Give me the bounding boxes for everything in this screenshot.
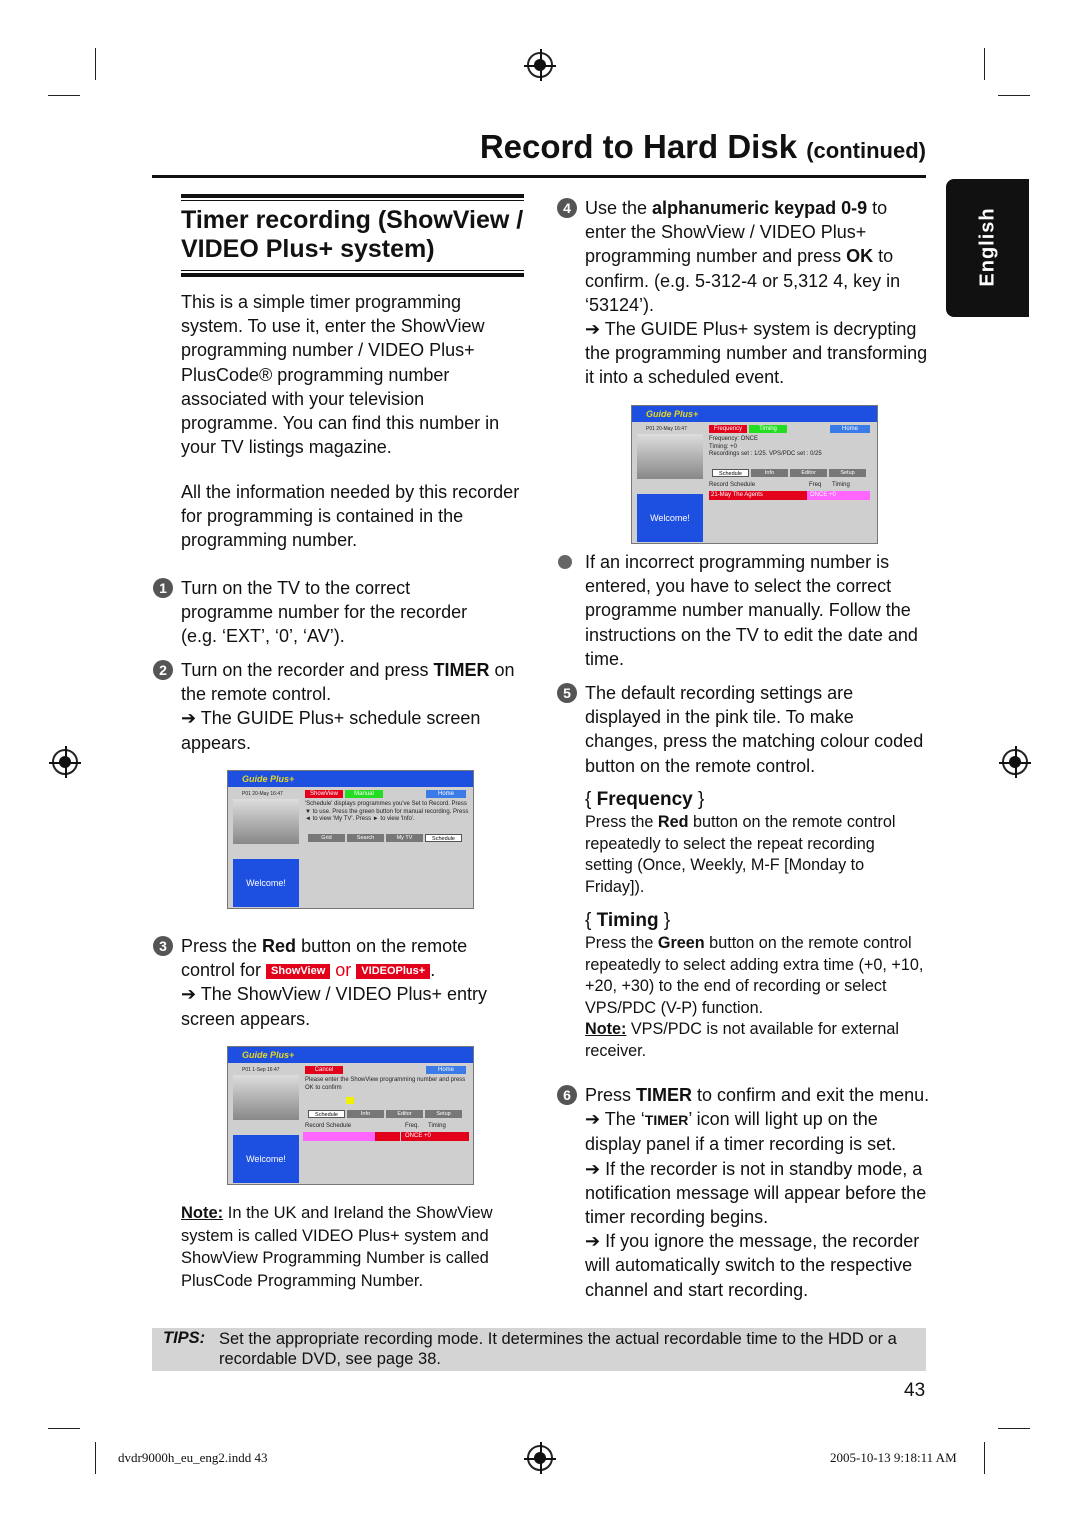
crop-mark [998,1428,1030,1429]
intro-paragraph: This is a simple timer programming syste… [181,292,500,458]
frequency-section: { Frequency } Press the Red button on the… [585,789,896,896]
manual-page: Record to Hard Disk (continued) English … [0,0,1080,1524]
title-rule [152,175,926,178]
step-2: 2 Turn on the recorder and press TIMER on… [153,658,526,755]
language-tab: English [946,179,1029,317]
registration-mark-icon [524,49,556,81]
registration-mark-icon [524,1442,556,1474]
bridge-photo [233,799,299,844]
uk-note: Note: In the UK and Ireland the ShowView… [181,1204,493,1290]
bridge-photo [233,1075,299,1120]
crop-mark [984,48,985,80]
timing-section: { Timing } Press the Green button on the … [585,910,924,1060]
intro-paragraph: All the information needed by this recor… [181,482,520,551]
crop-mark [95,48,96,80]
crop-mark [984,1442,985,1474]
showview-entry-screenshot: Guide Plus+ P01 1-Sep 16:47 Welcome! Can… [227,1046,474,1185]
crop-mark [95,1442,96,1474]
videoplus-button-label: VIDEOPlus+ [356,964,431,980]
footer-timestamp: 2005-10-13 9:18:11 AM [830,1450,957,1465]
guide-schedule-screenshot: Guide Plus+ P01 20-May 16:47 Welcome! Sh… [227,770,474,909]
scheduled-event-screenshot: Guide Plus+ P01 20-May 16:47 Welcome! Fr… [631,405,878,544]
bullet-note: If an incorrect programming number is en… [558,550,930,671]
tips-box: TIPS: Set the appropriate recording mode… [152,1328,926,1371]
registration-mark-icon [49,746,81,778]
section-rule [181,200,524,201]
showview-button-label: ShowView [266,964,331,980]
page-title: Record to Hard Disk (continued) [479,128,926,165]
footer-file: dvdr9000h_eu_eng2.indd 43 [118,1450,268,1465]
step-4: 4 Use the alphanumeric keypad 0-9 to ente… [557,196,930,390]
section-rule [181,270,524,271]
bridge-photo [637,434,703,479]
bullet-icon [558,555,572,569]
section-rule [181,273,524,277]
crop-mark [998,95,1030,96]
registration-mark-icon [999,746,1031,778]
step-6: 6 Press TIMER to confirm and exit the men… [557,1083,930,1302]
step-5: 5 The default recording settings are disp… [557,681,930,778]
crop-mark [48,1428,80,1429]
section-title: Timer recording (ShowView / VIDEO Plus+ s… [181,206,524,263]
section-rule [181,194,524,198]
crop-mark [48,95,80,96]
page-number: 43 [904,1380,926,1401]
step-1: 1 Turn on the TV to the correct programme… [153,576,501,649]
step-3: 3 Press the Red button on the remote cont… [153,934,526,1031]
